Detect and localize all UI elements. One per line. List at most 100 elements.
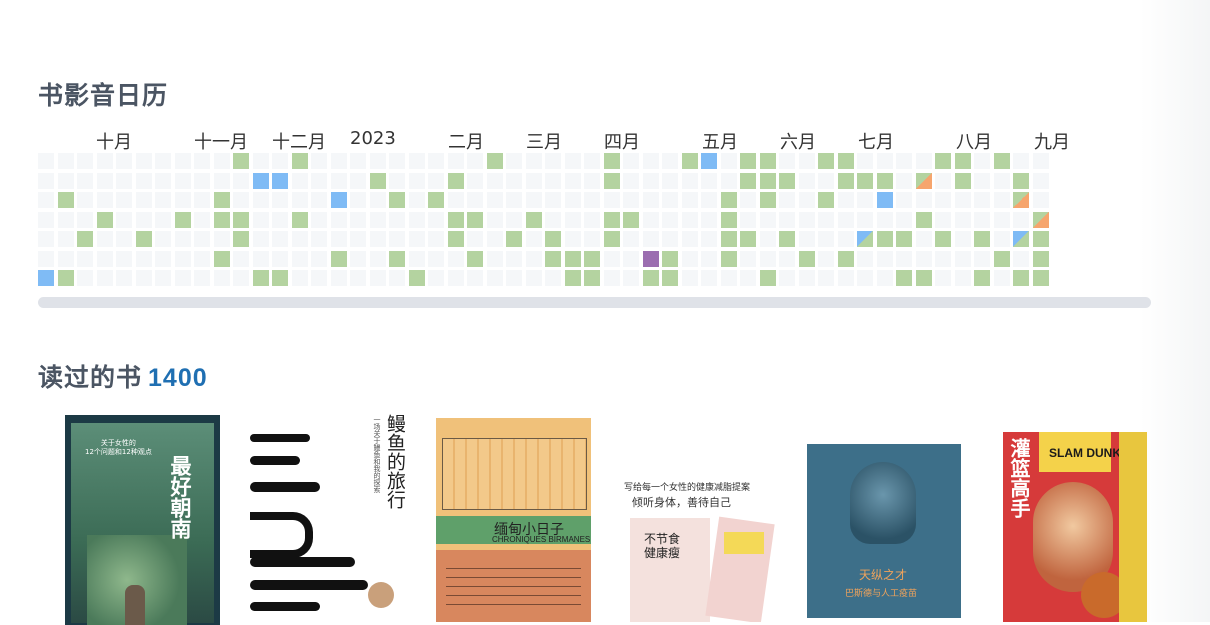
calendar-day-book[interactable]	[604, 153, 620, 169]
calendar-day-book[interactable]	[662, 270, 678, 286]
calendar-day-mixed[interactable]	[1033, 212, 1049, 228]
calendar-day-mixed[interactable]	[857, 231, 873, 247]
calendar-day-movie[interactable]	[331, 192, 347, 208]
calendar-day-book[interactable]	[448, 173, 464, 189]
calendar-day-book[interactable]	[545, 231, 561, 247]
calendar-day-book[interactable]	[253, 270, 269, 286]
calendar-day-book[interactable]	[233, 231, 249, 247]
calendar-day-book[interactable]	[77, 231, 93, 247]
calendar-day-book[interactable]	[623, 212, 639, 228]
calendar-day-book[interactable]	[760, 153, 776, 169]
book-cover[interactable]: 写给每一个女性的健康减脂提案 倾听身体，善待自己 不节食健康瘦	[620, 480, 778, 622]
calendar-day-book[interactable]	[58, 270, 74, 286]
calendar-day-book[interactable]	[1033, 270, 1049, 286]
calendar-day-book[interactable]	[955, 173, 971, 189]
book-cover[interactable]: 天纵之才 巴斯德与人工疫苗	[805, 434, 963, 620]
calendar-day-book[interactable]	[214, 192, 230, 208]
calendar-day-book[interactable]	[955, 153, 971, 169]
calendar-day-book[interactable]	[974, 231, 990, 247]
calendar-day-movie[interactable]	[877, 192, 893, 208]
calendar-day-book[interactable]	[857, 173, 873, 189]
calendar-day-book[interactable]	[935, 153, 951, 169]
calendar-day-book[interactable]	[974, 270, 990, 286]
calendar-day-movie[interactable]	[272, 173, 288, 189]
calendar-day-book[interactable]	[760, 270, 776, 286]
calendar-day-book[interactable]	[682, 153, 698, 169]
calendar-day-book[interactable]	[467, 251, 483, 267]
calendar-day-book[interactable]	[292, 153, 308, 169]
calendar-day-book[interactable]	[58, 192, 74, 208]
calendar-day-book[interactable]	[916, 212, 932, 228]
calendar-day-book[interactable]	[896, 231, 912, 247]
calendar-day-book[interactable]	[818, 192, 834, 208]
calendar-day-book[interactable]	[935, 231, 951, 247]
calendar-day-book[interactable]	[994, 251, 1010, 267]
calendar-day-book[interactable]	[838, 251, 854, 267]
book-cover[interactable]: 缅甸小日子 CHRONIQUES BIRMANES	[436, 418, 591, 622]
calendar-day-book[interactable]	[136, 231, 152, 247]
calendar-day-book[interactable]	[779, 173, 795, 189]
horizontal-scrollbar[interactable]	[38, 297, 1151, 308]
calendar-day-book[interactable]	[662, 251, 678, 267]
calendar-day-book[interactable]	[389, 192, 405, 208]
calendar-day-mixed[interactable]	[1013, 231, 1029, 247]
calendar-day-book[interactable]	[760, 173, 776, 189]
calendar-day-book[interactable]	[506, 231, 522, 247]
calendar-day-book[interactable]	[331, 251, 347, 267]
calendar-day-book[interactable]	[565, 270, 581, 286]
book-cover[interactable]: 关于女性的 12个问题和12种观点 最好朝南	[65, 415, 220, 625]
calendar-day-book[interactable]	[838, 173, 854, 189]
calendar-day-book[interactable]	[214, 212, 230, 228]
calendar-day-mixed[interactable]	[1013, 192, 1029, 208]
calendar-day-book[interactable]	[370, 173, 386, 189]
calendar-day-book[interactable]	[740, 173, 756, 189]
calendar-day-book[interactable]	[721, 251, 737, 267]
calendar-day-book[interactable]	[779, 231, 795, 247]
calendar-day-book[interactable]	[721, 192, 737, 208]
calendar-day-book[interactable]	[292, 212, 308, 228]
calendar-day-book[interactable]	[428, 192, 444, 208]
calendar-day-book[interactable]	[97, 212, 113, 228]
calendar-day-book[interactable]	[272, 270, 288, 286]
calendar-day-movie[interactable]	[38, 270, 54, 286]
calendar-day-movie[interactable]	[701, 153, 717, 169]
calendar-day-book[interactable]	[389, 251, 405, 267]
calendar-day-book[interactable]	[604, 231, 620, 247]
calendar-day-book[interactable]	[643, 270, 659, 286]
calendar-day-book[interactable]	[1013, 173, 1029, 189]
calendar-day-book[interactable]	[604, 173, 620, 189]
calendar-day-music[interactable]	[643, 251, 659, 267]
calendar-day-book[interactable]	[740, 153, 756, 169]
calendar-day-book[interactable]	[448, 231, 464, 247]
calendar-day-book[interactable]	[448, 212, 464, 228]
calendar-day-book[interactable]	[896, 270, 912, 286]
book-cover[interactable]: SLAM DUNK 灌篮高手	[1003, 432, 1147, 622]
calendar-day-book[interactable]	[233, 212, 249, 228]
calendar-day-book[interactable]	[409, 270, 425, 286]
calendar-day-book[interactable]	[838, 153, 854, 169]
calendar-day-book[interactable]	[233, 153, 249, 169]
calendar-day-book[interactable]	[565, 251, 581, 267]
calendar-day-book[interactable]	[721, 231, 737, 247]
calendar-day-book[interactable]	[214, 251, 230, 267]
calendar-day-book[interactable]	[584, 251, 600, 267]
calendar-day-book[interactable]	[584, 270, 600, 286]
calendar-day-book[interactable]	[799, 251, 815, 267]
book-cover[interactable]: 鳗鱼的旅行 一场关于鳗鱼和我的探索	[250, 412, 405, 622]
calendar-day-book[interactable]	[721, 212, 737, 228]
calendar-day-book[interactable]	[818, 153, 834, 169]
calendar-day-book[interactable]	[175, 212, 191, 228]
calendar-day-book[interactable]	[1013, 270, 1029, 286]
calendar-day-book[interactable]	[526, 212, 542, 228]
calendar-day-book[interactable]	[487, 153, 503, 169]
calendar-day-book[interactable]	[467, 212, 483, 228]
calendar-day-book[interactable]	[604, 212, 620, 228]
read-books-count[interactable]: 1400	[148, 364, 208, 392]
calendar-day-book[interactable]	[877, 231, 893, 247]
calendar-day-book[interactable]	[760, 192, 776, 208]
calendar-day-book[interactable]	[994, 153, 1010, 169]
calendar-day-book[interactable]	[545, 251, 561, 267]
calendar-day-book[interactable]	[1033, 231, 1049, 247]
calendar-day-book[interactable]	[877, 173, 893, 189]
calendar-day-movie[interactable]	[253, 173, 269, 189]
